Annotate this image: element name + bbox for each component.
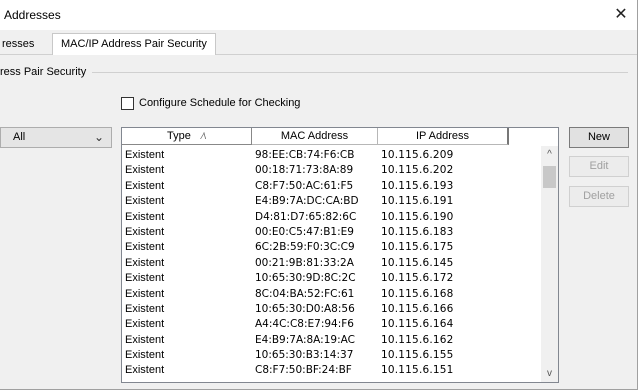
scroll-up-icon[interactable]: ^ — [541, 146, 558, 163]
cell-mac-address: E4:B9:7A:DC:CA:BD — [255, 195, 359, 208]
table-row[interactable]: Existent 10:65:30:B3:14:37 10.115.6.155 — [122, 348, 541, 363]
cell-ip-address: 10.115.6.155 — [381, 349, 454, 362]
addresses-dialog: Addresses ✕ resses MAC/IP Address Pair S… — [0, 0, 638, 390]
cell-ip-address: 10.115.6.151 — [381, 364, 454, 377]
cell-type: Existent — [125, 318, 165, 331]
cell-mac-address: E4:B9:7A:8A:19:AC — [255, 333, 355, 346]
schedule-checkbox[interactable] — [121, 96, 134, 110]
cell-ip-address: 10.115.6.162 — [381, 333, 454, 346]
table-row[interactable]: Existent 8C:04:BA:52:FC:61 10.115.6.168 — [122, 287, 541, 302]
cell-type: Existent — [125, 333, 165, 346]
tab-mac-ip-address-pair-security[interactable]: MAC/IP Address Pair Security — [52, 33, 216, 55]
cell-ip-address: 10.115.6.190 — [381, 210, 454, 223]
vertical-scrollbar[interactable]: ^ v — [541, 146, 558, 382]
list-rows: Existent 98:EE:CB:74:F6:CB 10.115.6.209 Ex… — [122, 148, 541, 379]
type-filter-dropdown[interactable]: All ⌄ — [0, 127, 112, 148]
chevron-down-icon[interactable]: ⌄ — [94, 128, 104, 147]
sort-ascending-icon: ⁄\ — [201, 131, 206, 141]
cell-mac-address: C8:F7:50:AC:61:F5 — [255, 179, 354, 192]
column-header-ip-address[interactable]: IP Address — [378, 128, 509, 145]
schedule-checkbox-label[interactable]: Configure Schedule for Checking — [139, 97, 300, 109]
cell-type: Existent — [125, 287, 165, 300]
cell-type: Existent — [125, 256, 165, 269]
cell-ip-address: 10.115.6.209 — [381, 149, 454, 161]
table-row[interactable]: Existent 00:21:9B:81:33:2A 10.115.6.145 — [122, 256, 541, 271]
table-row[interactable]: Existent C8:F7:50:AC:61:F5 10.115.6.193 — [122, 179, 541, 194]
title-bar: Addresses ✕ — [0, 0, 637, 30]
table-row[interactable]: Existent 00:E0:C5:47:B1:E9 10.115.6.183 — [122, 225, 541, 240]
cell-ip-address: 10.115.6.172 — [381, 272, 454, 285]
table-row[interactable]: Existent E4:B9:7A:DC:CA:BD 10.115.6.191 — [122, 194, 541, 209]
cell-type: Existent — [125, 349, 165, 362]
cell-type: Existent — [125, 210, 165, 223]
scrollbar-thumb[interactable] — [543, 166, 556, 188]
cell-ip-address: 10.115.6.202 — [381, 164, 454, 177]
cell-mac-address: 6C:2B:59:F0:3C:C9 — [255, 241, 355, 254]
scroll-down-icon[interactable]: v — [541, 365, 558, 382]
cell-mac-address: 00:18:71:73:8A:89 — [255, 164, 354, 177]
table-row[interactable]: Existent 10:65:30:D0:A8:56 10.115.6.166 — [122, 302, 541, 317]
cell-ip-address: 10.115.6.175 — [381, 241, 454, 254]
cell-type: Existent — [125, 302, 165, 315]
column-header-mac-address[interactable]: MAC Address — [252, 128, 378, 145]
cell-mac-address: 10:65:30:B3:14:37 — [255, 349, 354, 362]
cell-mac-address: C8:F7:50:BF:24:BF — [255, 364, 352, 377]
address-pair-list[interactable]: Type ⁄\ MAC Address IP Address Existent 9… — [121, 127, 559, 383]
cell-ip-address: 10.115.6.183 — [381, 225, 454, 238]
cell-mac-address: 00:21:9B:81:33:2A — [255, 256, 354, 269]
delete-button[interactable]: Delete — [569, 186, 629, 207]
table-row[interactable]: Existent 00:18:71:73:8A:89 10.115.6.202 — [122, 163, 541, 178]
edit-button[interactable]: Edit — [569, 156, 629, 177]
cell-type: Existent — [125, 364, 165, 377]
tab-strip: resses MAC/IP Address Pair Security — [0, 30, 637, 55]
cell-mac-address: 10:65:30:D0:A8:56 — [255, 302, 355, 315]
list-header: Type ⁄\ MAC Address IP Address — [122, 128, 542, 146]
table-row[interactable]: Existent A4:4C:C8:E7:94:F6 10.115.6.164 — [122, 317, 541, 332]
table-row[interactable]: Existent C8:F7:50:BF:24:BF 10.115.6.151 — [122, 363, 541, 378]
cell-ip-address: 10.115.6.164 — [381, 318, 454, 331]
cell-ip-address: 10.115.6.166 — [381, 302, 454, 315]
column-header-type-label: Type — [167, 130, 191, 142]
cell-mac-address: A4:4C:C8:E7:94:F6 — [255, 318, 354, 331]
cell-ip-address: 10.115.6.193 — [381, 179, 454, 192]
cell-type: Existent — [125, 179, 165, 192]
table-row[interactable]: Existent E4:B9:7A:8A:19:AC 10.115.6.162 — [122, 333, 541, 348]
cell-mac-address: D4:81:D7:65:82:6C — [255, 210, 357, 223]
cell-type: Existent — [125, 149, 165, 161]
type-filter-value: All — [13, 131, 26, 143]
schedule-checkbox-row[interactable]: Configure Schedule for Checking — [121, 96, 300, 110]
cell-mac-address: 10:65:30:9D:8C:2C — [255, 272, 356, 285]
table-row[interactable]: Existent 6C:2B:59:F0:3C:C9 10.115.6.175 — [122, 240, 541, 255]
group-divider — [0, 72, 628, 73]
column-header-type[interactable]: Type ⁄\ — [122, 128, 252, 145]
cell-type: Existent — [125, 225, 165, 238]
cell-type: Existent — [125, 272, 165, 285]
table-row[interactable]: Existent 10:65:30:9D:8C:2C 10.115.6.172 — [122, 271, 541, 286]
table-row[interactable]: Existent 98:EE:CB:74:F6:CB 10.115.6.209 — [122, 148, 541, 163]
new-button[interactable]: New — [569, 127, 629, 148]
cell-ip-address: 10.115.6.168 — [381, 287, 454, 300]
cell-type: Existent — [125, 164, 165, 177]
cell-mac-address: 8C:04:BA:52:FC:61 — [255, 287, 355, 300]
tab-addresses[interactable]: resses — [0, 35, 52, 54]
cell-type: Existent — [125, 241, 165, 254]
table-row[interactable]: Existent D4:81:D7:65:82:6C 10.115.6.190 — [122, 210, 541, 225]
cell-type: Existent — [125, 195, 165, 208]
close-icon[interactable]: ✕ — [611, 5, 631, 25]
cell-mac-address: 98:EE:CB:74:F6:CB — [255, 149, 355, 161]
cell-ip-address: 10.115.6.191 — [381, 195, 454, 208]
cell-mac-address: 00:E0:C5:47:B1:E9 — [255, 225, 354, 238]
group-title: ress Pair Security — [0, 66, 93, 78]
window-title: Addresses — [4, 8, 61, 22]
cell-ip-address: 10.115.6.145 — [381, 256, 454, 269]
